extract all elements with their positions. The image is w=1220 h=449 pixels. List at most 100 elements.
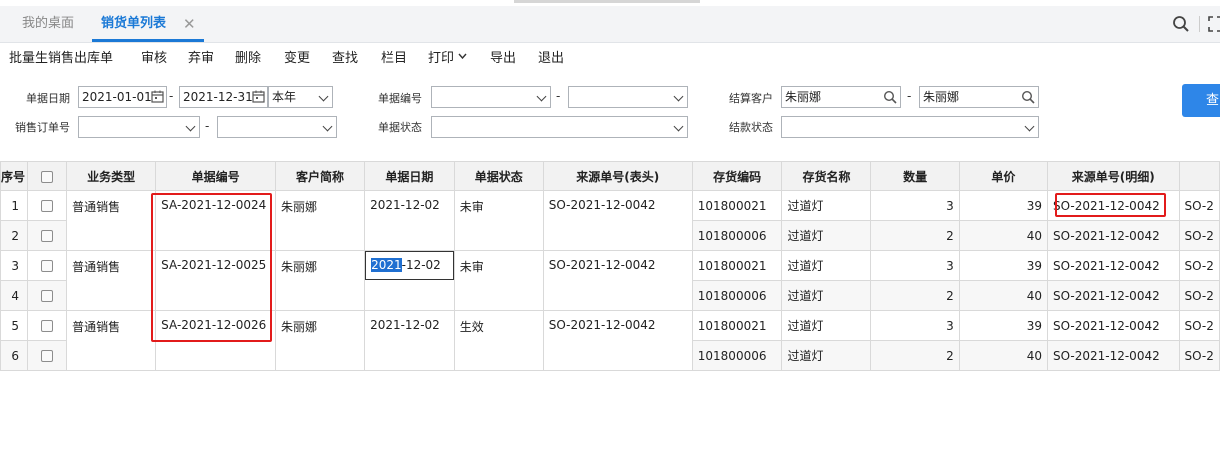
docno-range-dash: - (556, 89, 561, 103)
row-checkbox[interactable] (41, 260, 54, 272)
sales-order-to-select[interactable] (217, 116, 337, 138)
qty-cell: 3 (870, 190, 960, 221)
row-checkbox[interactable] (41, 200, 54, 212)
approve-button[interactable]: 审核 (141, 47, 167, 66)
date-cell[interactable]: 2021-12-02 (364, 190, 455, 251)
fullscreen-icon[interactable] (1208, 16, 1220, 32)
col-header-source-detail[interactable]: 来源单号(明细) (1046, 161, 1180, 191)
row-select-cell[interactable] (27, 250, 68, 281)
status-select[interactable] (431, 116, 688, 138)
col-header-select[interactable] (27, 161, 68, 191)
date-edit-rest: -12-02 (401, 258, 441, 272)
active-tab-indicator (92, 39, 204, 42)
date-cell-editing[interactable]: 2021-12-02 (364, 250, 455, 311)
date-edit-box[interactable]: 2021-12-02 (365, 251, 454, 280)
period-select[interactable]: 本年 (268, 86, 333, 108)
delete-button[interactable]: 删除 (235, 47, 261, 66)
close-icon[interactable]: ✕ (183, 6, 196, 42)
price-cell: 40 (958, 220, 1048, 251)
find-button[interactable]: 查找 (332, 47, 358, 66)
customer-to-field[interactable]: 朱丽娜 (919, 86, 1039, 108)
table-row[interactable]: 3 普通销售 SA-2021-12-0025 朱丽娜 2021-12-02 未审… (0, 250, 1220, 311)
exit-button[interactable]: 退出 (538, 47, 564, 66)
date-label: 单据日期 (26, 92, 70, 105)
change-button[interactable]: 变更 (284, 47, 310, 66)
unapprove-button[interactable]: 弃审 (188, 47, 214, 66)
chevron-down-icon (536, 91, 547, 102)
item-code-cell: 101800006 (691, 220, 783, 251)
sales-list-table: 序号 业务类型 单据编号 客户简称 单据日期 单据状态 来源单号(表头) 存货编… (0, 161, 1220, 371)
col-header-item-code[interactable]: 存货编码 (691, 161, 783, 191)
columns-button[interactable]: 栏目 (381, 47, 407, 66)
docno-cell[interactable]: SA-2021-12-0025 (155, 250, 277, 311)
docno-cell[interactable]: SA-2021-12-0024 (155, 190, 277, 251)
search-icon[interactable] (1021, 90, 1035, 104)
col-header-date[interactable]: 单据日期 (364, 161, 455, 191)
col-header-type[interactable]: 业务类型 (66, 161, 157, 191)
item-code-cell: 101800021 (691, 310, 783, 341)
chevron-down-icon[interactable] (458, 53, 467, 59)
date-cell[interactable]: 2021-12-02 (364, 310, 455, 371)
extra-cell: SO-2 (1178, 340, 1220, 371)
table-row[interactable]: 5 普通销售 SA-2021-12-0026 朱丽娜 2021-12-02 生效… (0, 310, 1220, 371)
batch-outbound-button[interactable]: 批量生销售出库单 (9, 47, 113, 66)
col-header-docno[interactable]: 单据编号 (155, 161, 277, 191)
row-select-cell[interactable] (27, 310, 68, 341)
col-header-index[interactable]: 序号 (0, 161, 29, 191)
search-icon[interactable] (883, 90, 897, 104)
table-row[interactable]: 1 普通销售 SA-2021-12-0024 朱丽娜 2021-12-02 未审… (0, 190, 1220, 251)
row-index: 5 (0, 310, 29, 341)
qty-cell: 3 (870, 310, 960, 341)
query-button[interactable]: 查 (1182, 84, 1220, 117)
extra-cell: SO-2 (1178, 220, 1220, 251)
customer-from-field[interactable]: 朱丽娜 (781, 86, 901, 108)
col-header-price[interactable]: 单价 (958, 161, 1048, 191)
row-select-cell[interactable] (27, 220, 68, 251)
search-icon[interactable] (1172, 15, 1190, 33)
settle-status-select[interactable] (781, 116, 1039, 138)
type-cell: 普通销售 (66, 250, 157, 311)
row-select-cell[interactable] (27, 340, 68, 371)
col-header-qty[interactable]: 数量 (870, 161, 960, 191)
item-name-cell: 过道灯 (781, 250, 872, 281)
select-all-checkbox[interactable] (41, 170, 54, 183)
source-detail-cell: SO-2021-12-0042 (1046, 220, 1180, 251)
row-index: 3 (0, 250, 29, 281)
col-header-extra[interactable] (1178, 161, 1220, 191)
row-checkbox[interactable] (41, 230, 54, 242)
item-name-cell: 过道灯 (781, 280, 872, 311)
col-header-customer[interactable]: 客户简称 (275, 161, 366, 191)
customer-range-dash: - (907, 89, 912, 103)
customer-from-value: 朱丽娜 (785, 90, 822, 104)
row-select-cell[interactable] (27, 190, 68, 221)
tab-sales-list[interactable]: 销货单列表 (101, 6, 166, 42)
docno-cell[interactable]: SA-2021-12-0026 (155, 310, 277, 371)
sales-order-from-select[interactable] (78, 116, 200, 138)
export-button[interactable]: 导出 (490, 47, 516, 66)
row-checkbox[interactable] (41, 290, 54, 302)
row-index: 1 (0, 190, 29, 221)
col-header-source-head[interactable]: 来源单号(表头) (542, 161, 693, 191)
chevron-down-icon (185, 121, 196, 132)
col-header-status[interactable]: 单据状态 (453, 161, 544, 191)
toolbar: 批量生销售出库单 审核 弃审 删除 变更 查找 栏目 打印 导出 退出 (0, 43, 1220, 71)
tab-home[interactable]: 我的桌面 (22, 6, 74, 42)
row-select-cell[interactable] (27, 280, 68, 311)
item-code-cell: 101800006 (691, 280, 783, 311)
row-checkbox[interactable] (41, 350, 54, 362)
calendar-icon[interactable] (252, 90, 265, 103)
docno-from-select[interactable] (431, 86, 551, 108)
date-to-field[interactable]: 2021-12-31 (179, 86, 268, 108)
date-edit-selection: 2021 (371, 258, 402, 272)
docno-to-select[interactable] (568, 86, 688, 108)
source-head-cell: SO-2021-12-0042 (542, 310, 693, 371)
calendar-icon[interactable] (151, 90, 164, 103)
date-from-field[interactable]: 2021-01-01 (78, 86, 167, 108)
extra-cell: SO-2 (1178, 250, 1220, 281)
col-header-item-name[interactable]: 存货名称 (781, 161, 872, 191)
status-cell: 生效 (453, 310, 544, 371)
customer-cell: 朱丽娜 (275, 250, 366, 311)
price-cell: 40 (958, 340, 1048, 371)
row-checkbox[interactable] (41, 320, 54, 332)
print-button[interactable]: 打印 (428, 47, 454, 66)
